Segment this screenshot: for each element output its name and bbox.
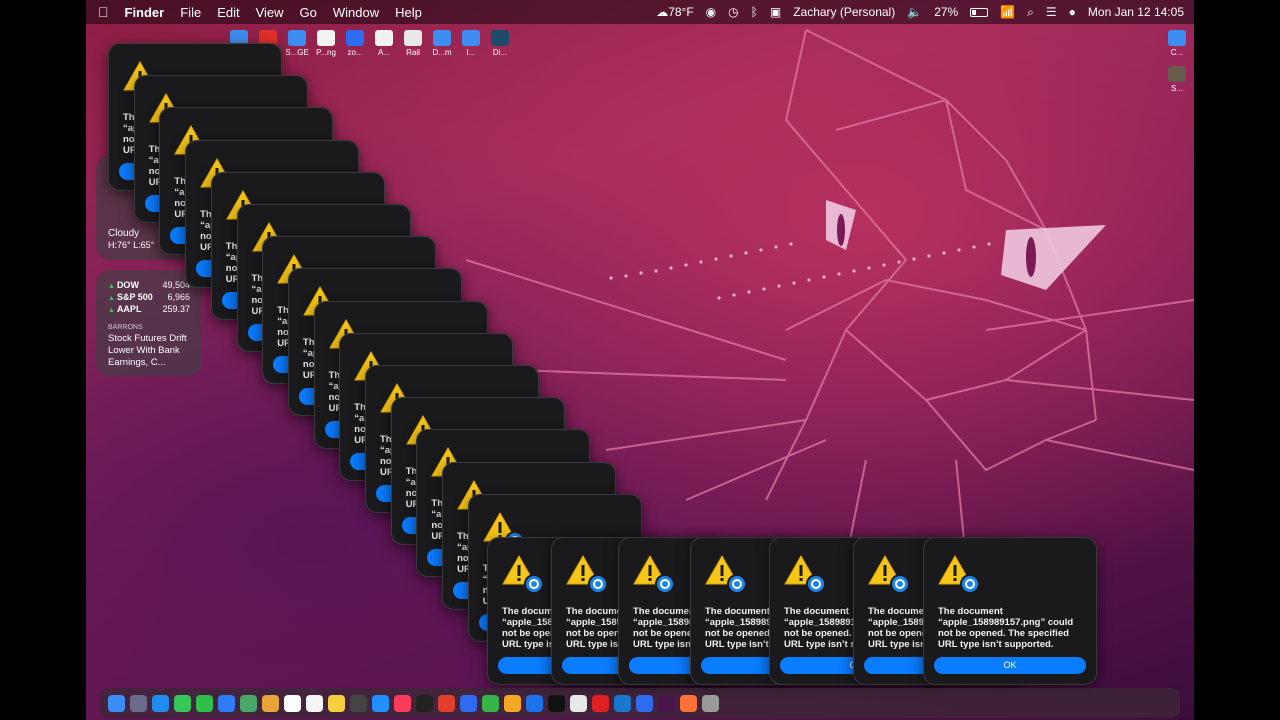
stock-symbol: S&P 500 [108, 292, 167, 304]
menu-help[interactable]: Help [395, 5, 422, 20]
desktop-icon[interactable]: Di... [483, 30, 517, 57]
facetime-icon[interactable] [196, 694, 213, 712]
weather-condition: Cloudy [108, 228, 140, 239]
desktop-icon-label: Di... [492, 48, 508, 57]
menu-go[interactable]: Go [300, 5, 317, 20]
desktop-icon[interactable]: S... [1160, 66, 1194, 93]
menu-view[interactable]: View [256, 5, 284, 20]
desktop-icon-label: C... [1170, 48, 1184, 57]
desktop-icon[interactable]: C... [1160, 30, 1194, 57]
folder-icon [462, 30, 480, 46]
quicktime-icon [524, 574, 544, 594]
battery-percent[interactable]: 27% [934, 5, 958, 19]
keynote-icon[interactable] [460, 694, 477, 712]
xcode-icon[interactable] [526, 694, 543, 712]
desktop-icon-label: S... [1170, 84, 1183, 93]
news-headline: Stock Futures Drift Lower With Bank Earn… [108, 333, 187, 368]
menu-file[interactable]: File [180, 5, 201, 20]
bluetooth-icon[interactable]: ᛒ [751, 5, 758, 19]
quicktime-icon [655, 574, 675, 594]
notes-icon[interactable] [328, 694, 345, 712]
numbers-icon[interactable] [482, 694, 499, 712]
menu-bar:  Finder File Edit View Go Window Help ☁… [86, 0, 1194, 24]
mail-icon[interactable] [218, 694, 235, 712]
launchpad-icon[interactable] [130, 694, 147, 712]
folder-icon [288, 30, 306, 46]
trash-icon[interactable] [702, 694, 719, 712]
wifi-icon[interactable]: 📶 [1000, 5, 1015, 19]
photos-icon[interactable] [262, 694, 279, 712]
calendar-icon[interactable] [284, 694, 301, 712]
menu-edit[interactable]: Edit [217, 5, 239, 20]
stock-row: AAPL 259.37 [96, 304, 202, 316]
quicktime-icon [890, 574, 910, 594]
news-source: BARRONS [108, 324, 143, 331]
folder-icon [317, 30, 335, 46]
zoom-icon[interactable] [636, 694, 653, 712]
stock-symbol: DOW [108, 280, 162, 292]
folder-icon [1168, 66, 1186, 82]
quicktime-icon [727, 574, 747, 594]
chrome-icon[interactable] [570, 694, 587, 712]
alert-message: The document “apple_158989157.png” could… [938, 606, 1074, 650]
weather-temp: 78°F [668, 5, 694, 19]
appstore-icon[interactable] [372, 694, 389, 712]
folder-icon [375, 30, 393, 46]
quicktime-icon [588, 574, 608, 594]
weather-status[interactable]: ☁78°F [656, 5, 693, 19]
maps-icon[interactable] [240, 694, 257, 712]
reminders-icon[interactable] [306, 694, 323, 712]
weather-hilo: H:76° L:65° [108, 240, 155, 250]
user-menu[interactable]: Zachary (Personal) [793, 5, 895, 19]
menu-window[interactable]: Window [333, 5, 379, 20]
folder-icon [1168, 30, 1186, 46]
folder-icon [491, 30, 509, 46]
quicktime-icon[interactable] [614, 694, 631, 712]
search-icon[interactable]: ⌕ [1027, 5, 1034, 20]
youtube-icon[interactable] [592, 694, 609, 712]
finder-icon[interactable] [108, 694, 125, 712]
siri-icon[interactable]: ● [1069, 5, 1076, 19]
record-icon[interactable]: ◉ [706, 5, 716, 19]
user-icon: ▣ [769, 5, 782, 19]
cloud-icon: ☁ [656, 5, 669, 19]
control-center-icon[interactable]: ☰ [1046, 5, 1057, 19]
desktop: S...GE P...ng zo... A... Rail D...m I... Di... C… [86, 0, 1194, 720]
music-icon[interactable] [394, 694, 411, 712]
news-icon[interactable] [438, 694, 455, 712]
folder-icon [346, 30, 364, 46]
slack-icon[interactable] [658, 694, 675, 712]
tv-icon[interactable] [416, 694, 433, 712]
clock-icon[interactable]: ◷ [728, 5, 738, 19]
help-icon[interactable] [350, 694, 367, 712]
folder-icon [404, 30, 422, 46]
battery-icon[interactable] [970, 7, 989, 17]
stock-value: 259.37 [162, 304, 190, 314]
firefox-icon[interactable] [680, 694, 697, 712]
notion-icon[interactable] [548, 694, 565, 712]
clock-datetime[interactable]: Mon Jan 12 14:05 [1088, 5, 1184, 19]
messages-icon[interactable] [174, 694, 191, 712]
folder-icon [433, 30, 451, 46]
pages-icon[interactable] [504, 694, 521, 712]
quicktime-icon [806, 574, 826, 594]
stocks-widget[interactable]: DOW 49,504 S&P 500 6,966 AAPL 259.37 BAR… [96, 270, 202, 376]
stock-value: 6,966 [167, 292, 190, 302]
dock [100, 688, 1180, 718]
app-name[interactable]: Finder [125, 5, 165, 20]
quicktime-icon [960, 574, 980, 594]
apple-icon[interactable]:  [98, 4, 109, 20]
volume-icon[interactable]: 🔈 [907, 5, 922, 19]
alert-dialog[interactable]: The document “apple_158989157.png” could… [923, 537, 1097, 685]
ok-button[interactable]: OK [934, 657, 1086, 674]
stock-row: S&P 500 6,966 [96, 292, 202, 304]
stock-symbol: AAPL [108, 304, 162, 316]
safari-icon[interactable] [152, 694, 169, 712]
